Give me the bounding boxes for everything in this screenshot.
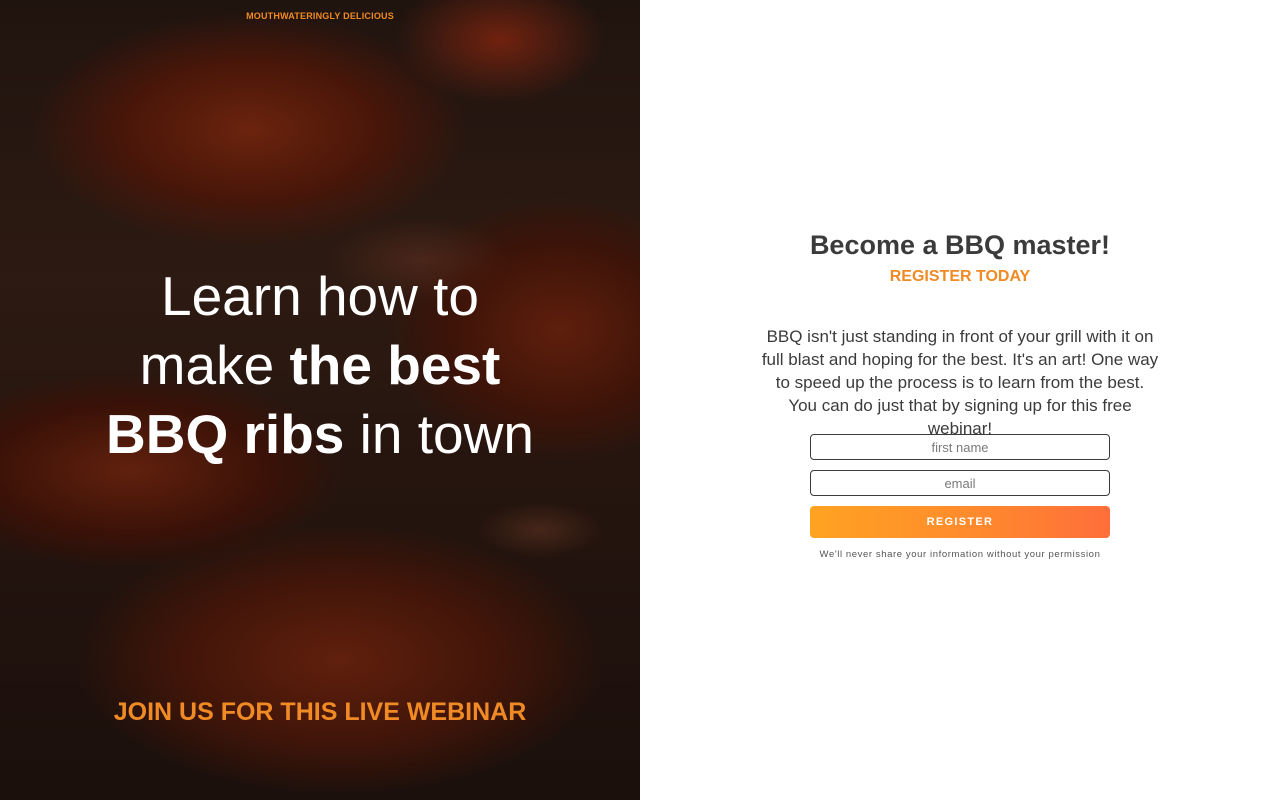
signup-subheading: REGISTER TODAY xyxy=(889,268,1031,285)
hero-headline-make: make xyxy=(139,334,290,396)
hero-headline-line-1: Learn how to xyxy=(161,265,479,327)
hero-headline-line-3: BBQ ribs in town xyxy=(0,400,640,469)
hero-image-panel: MOUTHWATERINGLY DELICIOUS Learn how to m… xyxy=(0,0,640,800)
signup-panel: Become a BBQ master! REGISTER TODAY BBQ … xyxy=(640,0,1280,800)
email-input[interactable] xyxy=(810,470,1110,496)
first-name-input[interactable] xyxy=(810,434,1110,460)
hero-headline-bbq-ribs: BBQ ribs xyxy=(106,403,345,465)
tagline: MOUTHWATERINGLY DELICIOUS xyxy=(246,11,394,21)
hero-headline: Learn how to make the best BBQ ribs in t… xyxy=(0,262,640,469)
privacy-note: We'll never share your information witho… xyxy=(819,549,1101,560)
signup-heading: Become a BBQ master! xyxy=(809,230,1111,260)
hero-headline-the-best: the best xyxy=(289,334,501,396)
webinar-cta: JOIN US FOR THIS LIVE WEBINAR xyxy=(113,698,527,726)
hero-headline-line-2: make the best xyxy=(0,331,640,400)
hero-headline-in-town: in town xyxy=(344,403,534,465)
signup-description: BBQ isn't just standing in front of your… xyxy=(761,327,1159,438)
register-button[interactable]: REGISTER xyxy=(810,506,1110,538)
